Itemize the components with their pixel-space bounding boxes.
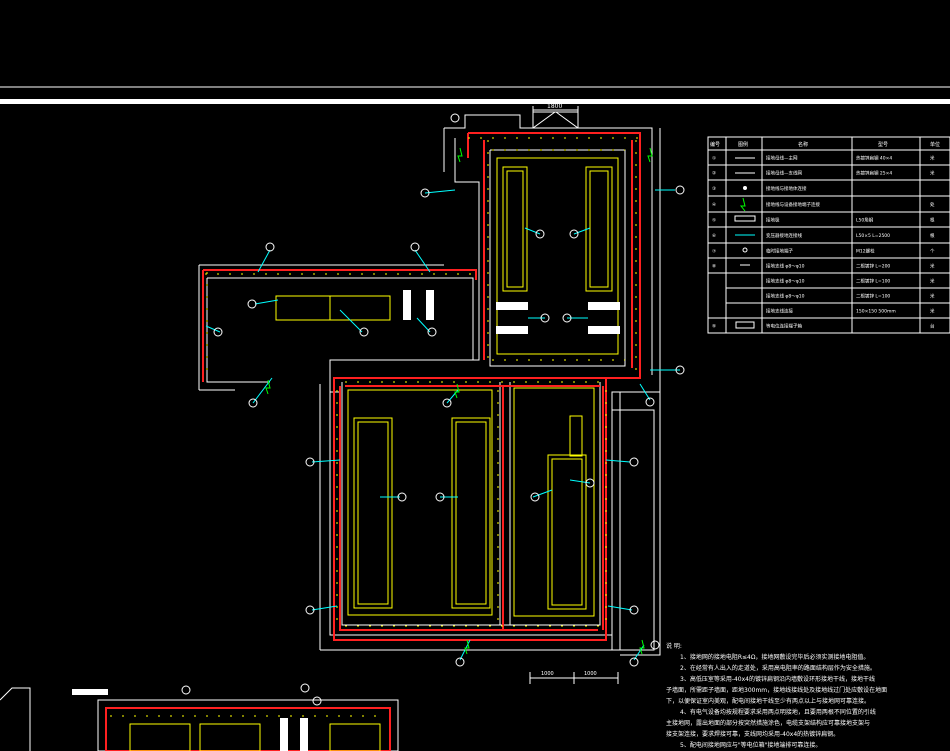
legend-header-symbol: 图例	[738, 141, 748, 148]
legend-row-3-name: 接地线与设备接地端子连接	[766, 201, 820, 208]
legend-row-4-unit: 根	[930, 217, 935, 224]
legend-row-11-unit: 台	[930, 323, 935, 330]
dim-bottom-right: 1000	[584, 671, 597, 677]
note-line-3: 子墙面，所需距子墙面，距地300mm，接地线接线处及接地线过门处应敷设在地面	[666, 686, 887, 694]
legend-row-3-no: ④	[712, 202, 716, 208]
dim-top-label: 1800	[547, 103, 562, 110]
title-bands	[0, 86, 950, 104]
legend-row-7-model: 二根镀锌 L=200	[856, 263, 890, 270]
legend-row-5-model: L50×5 L=2500	[856, 233, 890, 239]
note-line-5: 4、有电气设备均按规程要求采用两点明接地，且要用两根不同位置的引线	[680, 708, 876, 716]
dim-bottom-left: 1000	[541, 671, 554, 677]
legend-row-3-unit: 处	[930, 201, 935, 208]
leader-lines	[205, 189, 680, 661]
design-notes: 说 明: 1、接地网的接地电阻R≤4Ω，接地网敷设完毕后必须实测接地电阻值。 2、…	[666, 642, 887, 749]
legend-row-1-no: ②	[712, 171, 716, 177]
lower-left-building	[0, 683, 399, 751]
legend-header-model: 型号	[878, 141, 888, 148]
legend-row-7-no: ⑧	[712, 264, 716, 270]
legend-row-1-name: 接地母线—支线网	[766, 170, 802, 177]
transformer-blocks	[72, 290, 620, 695]
legend-row-6-unit: 个	[930, 249, 935, 255]
note-line-2: 3、高低压室等采用-40x4的镀锌扁钢沿内墙敷设环形接地干线，接地干线	[680, 675, 875, 683]
legend-row-4-name: 接地极	[766, 217, 780, 224]
legend-row-1-model: 热镀锌扁钢 25×4	[856, 170, 892, 177]
legend-row-0-model: 热镀锌扁钢 40×4	[856, 155, 892, 162]
legend-row-2-no: ③	[712, 186, 716, 192]
legend-row-6-name: 临时接地端子	[766, 248, 793, 255]
legend-row-5-name: 变压器接地连接线	[766, 232, 802, 239]
legend-row-6-no: ⑦	[712, 249, 716, 255]
note-line-6: 主接地网，露出地面的部分按突然措施涂色，电缆支架结构应可靠接地支架与	[666, 719, 870, 727]
note-line-0: 1、接地网的接地电阻R≤4Ω，接地网敷设完毕后必须实测接地电阻值。	[680, 653, 869, 661]
note-line-7: 接支架连接，要求焊接可靠，支线网均采用-40x4的热镀锌扁钢。	[666, 730, 839, 738]
grounding-tick-lines	[205, 137, 640, 630]
legend-row-8-unit: 米	[930, 278, 935, 285]
legend-header-unit: 单位	[930, 141, 940, 148]
legend-row-6-model: M12螺栓	[856, 248, 875, 255]
legend-row-9-unit: 米	[930, 293, 935, 300]
legend-row-11-name: 等电位连接端子箱	[766, 323, 802, 330]
notes-title: 说 明:	[666, 642, 682, 650]
legend-row-4-no: ⑤	[712, 218, 716, 224]
legend-row-2-name: 接地线与接地体连接	[766, 185, 807, 192]
note-line-4: 下，以便保证室内美观，配电间接地干线至少有两点以上与接地网可靠连接。	[666, 697, 870, 705]
legend-row-10-unit: 米	[930, 308, 935, 315]
legend-row-4-model: L50角钢	[856, 217, 874, 224]
legend-row-11-no: ⑨	[712, 324, 716, 330]
legend-row-8-name: 接地支线 φ8～φ10	[766, 278, 805, 285]
legend-row-7-name: 接地支线 φ8～φ10	[766, 263, 805, 270]
legend-headers: 编号 图例 名称 型号 单位	[710, 141, 940, 148]
dimension-top: 1800	[532, 103, 579, 129]
grounding-ring	[202, 132, 641, 641]
cad-drawing: 1800 1000 1000 编号 图例 名称 型号 单位 ① 接地母线—主网 …	[0, 86, 950, 751]
legend-row-5-unit: 根	[930, 232, 935, 239]
legend-row-5-no: ⑥	[712, 233, 716, 239]
note-line-1: 2、在经常有人出入的走道处，采用高电阻率的路面结构层作为安全措施。	[680, 664, 876, 672]
legend-row-0-unit: 米	[930, 155, 935, 162]
legend-row-0-name: 接地母线—主网	[766, 155, 798, 162]
legend-row-7-unit: 米	[930, 263, 935, 270]
legend-row-9-name: 接地支线 φ8～φ10	[766, 293, 805, 300]
legend-header-no: 编号	[710, 141, 720, 148]
legend-row-8-model: 二根镀锌 L=100	[856, 278, 890, 285]
legend-row-1-unit: 米	[930, 170, 935, 177]
legend-header-name: 名称	[798, 141, 808, 148]
legend-row-10-model: 150×150 500mm	[856, 309, 896, 315]
note-line-8: 5、配电间接地网应与"等电位箱"接地端排可靠连接。	[680, 741, 821, 749]
legend-row-10-name: 接地支线连接	[766, 308, 793, 315]
legend-row-9-model: 二根镀锌 L=100	[856, 293, 890, 300]
legend-row-0-no: ①	[712, 156, 716, 162]
